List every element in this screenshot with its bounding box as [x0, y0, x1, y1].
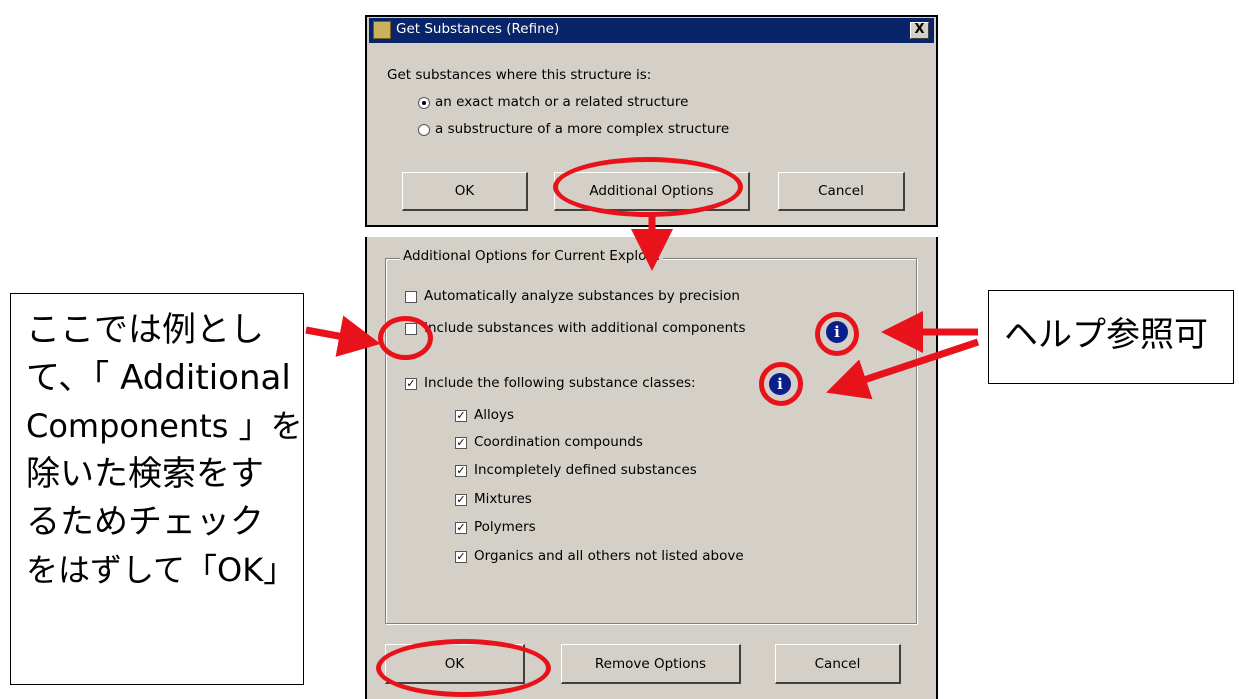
right-note-box: ヘルプ参照可 — [988, 290, 1234, 384]
note-line: Components 」を — [26, 407, 303, 445]
help-note: ヘルプ参照可 — [1004, 315, 1208, 355]
note-line: ここでは例とし — [26, 310, 264, 350]
note-line: るためチェック — [26, 502, 264, 542]
note-line: をはずして「OK」 — [26, 551, 296, 589]
red-arrow — [305, 315, 381, 357]
note-line: 除いた検索をす — [26, 454, 264, 494]
note-line: て、「 Additional — [26, 358, 291, 398]
red-arrow — [826, 338, 980, 400]
left-note-box: ここでは例とし て、「 Additional Components 」を 除いた… — [10, 293, 304, 685]
